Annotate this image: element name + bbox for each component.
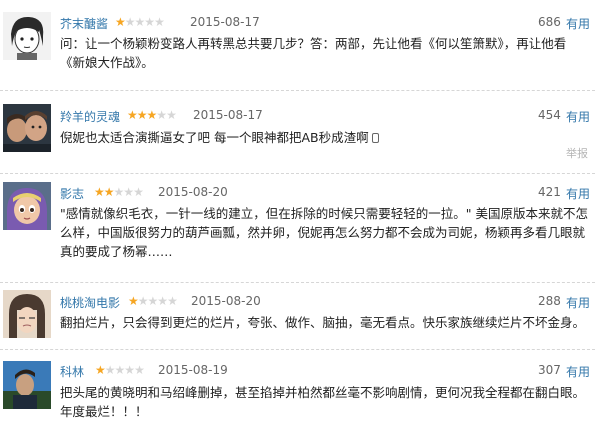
useful-count: 288 bbox=[538, 294, 561, 308]
useful-button[interactable]: 有用 bbox=[566, 185, 590, 202]
review-date: 2015-08-17 bbox=[193, 108, 263, 122]
star-rating: ★★★★★ bbox=[95, 363, 145, 377]
star-empty-icon: ★ bbox=[156, 108, 167, 122]
review-text-content: 倪妮也太适合演撕逼女了吧 每一个眼神都把AB秒成渣啊 bbox=[60, 130, 369, 145]
star-empty-icon: ★ bbox=[123, 185, 134, 199]
star-filled-icon: ★ bbox=[94, 185, 105, 199]
star-empty-icon: ★ bbox=[114, 363, 126, 377]
star-empty-icon: ★ bbox=[166, 108, 177, 122]
mobile-phone-icon bbox=[371, 133, 379, 143]
star-empty-icon: ★ bbox=[147, 294, 159, 308]
star-empty-icon: ★ bbox=[167, 294, 178, 308]
star-rating: ★★★★★ bbox=[94, 185, 144, 199]
useful-button[interactable]: 有用 bbox=[566, 294, 590, 311]
star-filled-icon: ★ bbox=[95, 363, 106, 377]
reviewer-name[interactable]: 羚羊的灵魂 bbox=[60, 108, 120, 125]
review-item: 桃桃淘电影 ★★★★★ 2015-08-20 288 有用 翻拍烂片，只会得到更… bbox=[0, 282, 595, 349]
review-date: 2015-08-20 bbox=[191, 294, 261, 308]
star-empty-icon: ★ bbox=[144, 15, 155, 29]
avatar[interactable] bbox=[3, 12, 51, 60]
review-item: 科林 ★★★★★ 2015-08-19 307 有用 把头尾的黄晓明和马绍峰删掉… bbox=[0, 349, 595, 437]
star-filled-icon: ★ bbox=[103, 185, 115, 199]
avatar[interactable] bbox=[3, 104, 51, 152]
useful-button[interactable]: 有用 bbox=[566, 108, 590, 125]
reviewer-name[interactable]: 影志 bbox=[60, 185, 84, 202]
review-text: 倪妮也太适合演撕逼女了吧 每一个眼神都把AB秒成渣啊 bbox=[60, 128, 590, 147]
review-text: 把头尾的黄晓明和马绍峰删掉，甚至掐掉并柏然都丝毫不影响剧情，更何况我全程都在翻白… bbox=[60, 385, 586, 419]
useful-count: 686 bbox=[538, 15, 561, 29]
star-rating: ★★★★★ bbox=[128, 294, 178, 308]
star-empty-icon: ★ bbox=[154, 15, 165, 29]
review-item: 芥末醣酱 ★★★★★ 2015-08-17 686 有用 问：让一个杨颖粉变路人… bbox=[0, 0, 595, 90]
star-empty-icon: ★ bbox=[157, 294, 168, 308]
reviewer-name[interactable]: 芥末醣酱 bbox=[60, 15, 108, 32]
review-text: "感情就像织毛衣，一针一线的建立，但在拆除的时候只需要轻轻的一拉。" 美国原版本… bbox=[60, 206, 588, 259]
review-item: 影志 ★★★★★ 2015-08-20 421 有用 "感情就像织毛衣，一针一线… bbox=[0, 173, 595, 282]
star-rating: ★★★★★ bbox=[115, 15, 165, 29]
review-date: 2015-08-17 bbox=[190, 15, 260, 29]
reviewer-name[interactable]: 桃桃淘电影 bbox=[60, 294, 120, 311]
avatar[interactable] bbox=[3, 290, 51, 338]
report-link[interactable]: 举报 bbox=[566, 145, 588, 161]
review-date: 2015-08-20 bbox=[158, 185, 228, 199]
useful-count: 454 bbox=[538, 108, 561, 122]
review-date: 2015-08-19 bbox=[158, 363, 228, 377]
useful-count: 307 bbox=[538, 363, 561, 377]
useful-button[interactable]: 有用 bbox=[566, 363, 590, 380]
star-filled-icon: ★ bbox=[127, 108, 138, 122]
useful-button[interactable]: 有用 bbox=[566, 15, 590, 32]
star-empty-icon: ★ bbox=[124, 15, 136, 29]
avatar[interactable] bbox=[3, 361, 51, 409]
review-text: 问：让一个杨颖粉变路人再转黑总共要几步？答：两部，先让他看《何以笙箫默》，再让他… bbox=[60, 36, 567, 70]
star-filled-icon: ★ bbox=[128, 294, 139, 308]
star-rating: ★★★★★ bbox=[127, 108, 177, 122]
star-empty-icon: ★ bbox=[113, 185, 125, 199]
star-empty-icon: ★ bbox=[104, 363, 116, 377]
star-empty-icon: ★ bbox=[124, 363, 135, 377]
avatar[interactable] bbox=[3, 182, 51, 230]
star-empty-icon: ★ bbox=[133, 185, 144, 199]
review-item: 羚羊的灵魂 ★★★★★ 2015-08-17 454 有用 倪妮也太适合演撕逼女… bbox=[0, 90, 595, 173]
star-filled-icon: ★ bbox=[136, 108, 148, 122]
star-filled-icon: ★ bbox=[146, 108, 158, 122]
useful-count: 421 bbox=[538, 185, 561, 199]
star-empty-icon: ★ bbox=[134, 363, 145, 377]
star-empty-icon: ★ bbox=[134, 15, 146, 29]
star-empty-icon: ★ bbox=[137, 294, 149, 308]
reviewer-name[interactable]: 科林 bbox=[60, 363, 84, 380]
star-filled-icon: ★ bbox=[115, 15, 126, 29]
review-text: 翻拍烂片，只会得到更烂的烂片，夸张、做作、脑抽，毫无看点。快乐家族继续烂片不坏金… bbox=[60, 315, 586, 330]
